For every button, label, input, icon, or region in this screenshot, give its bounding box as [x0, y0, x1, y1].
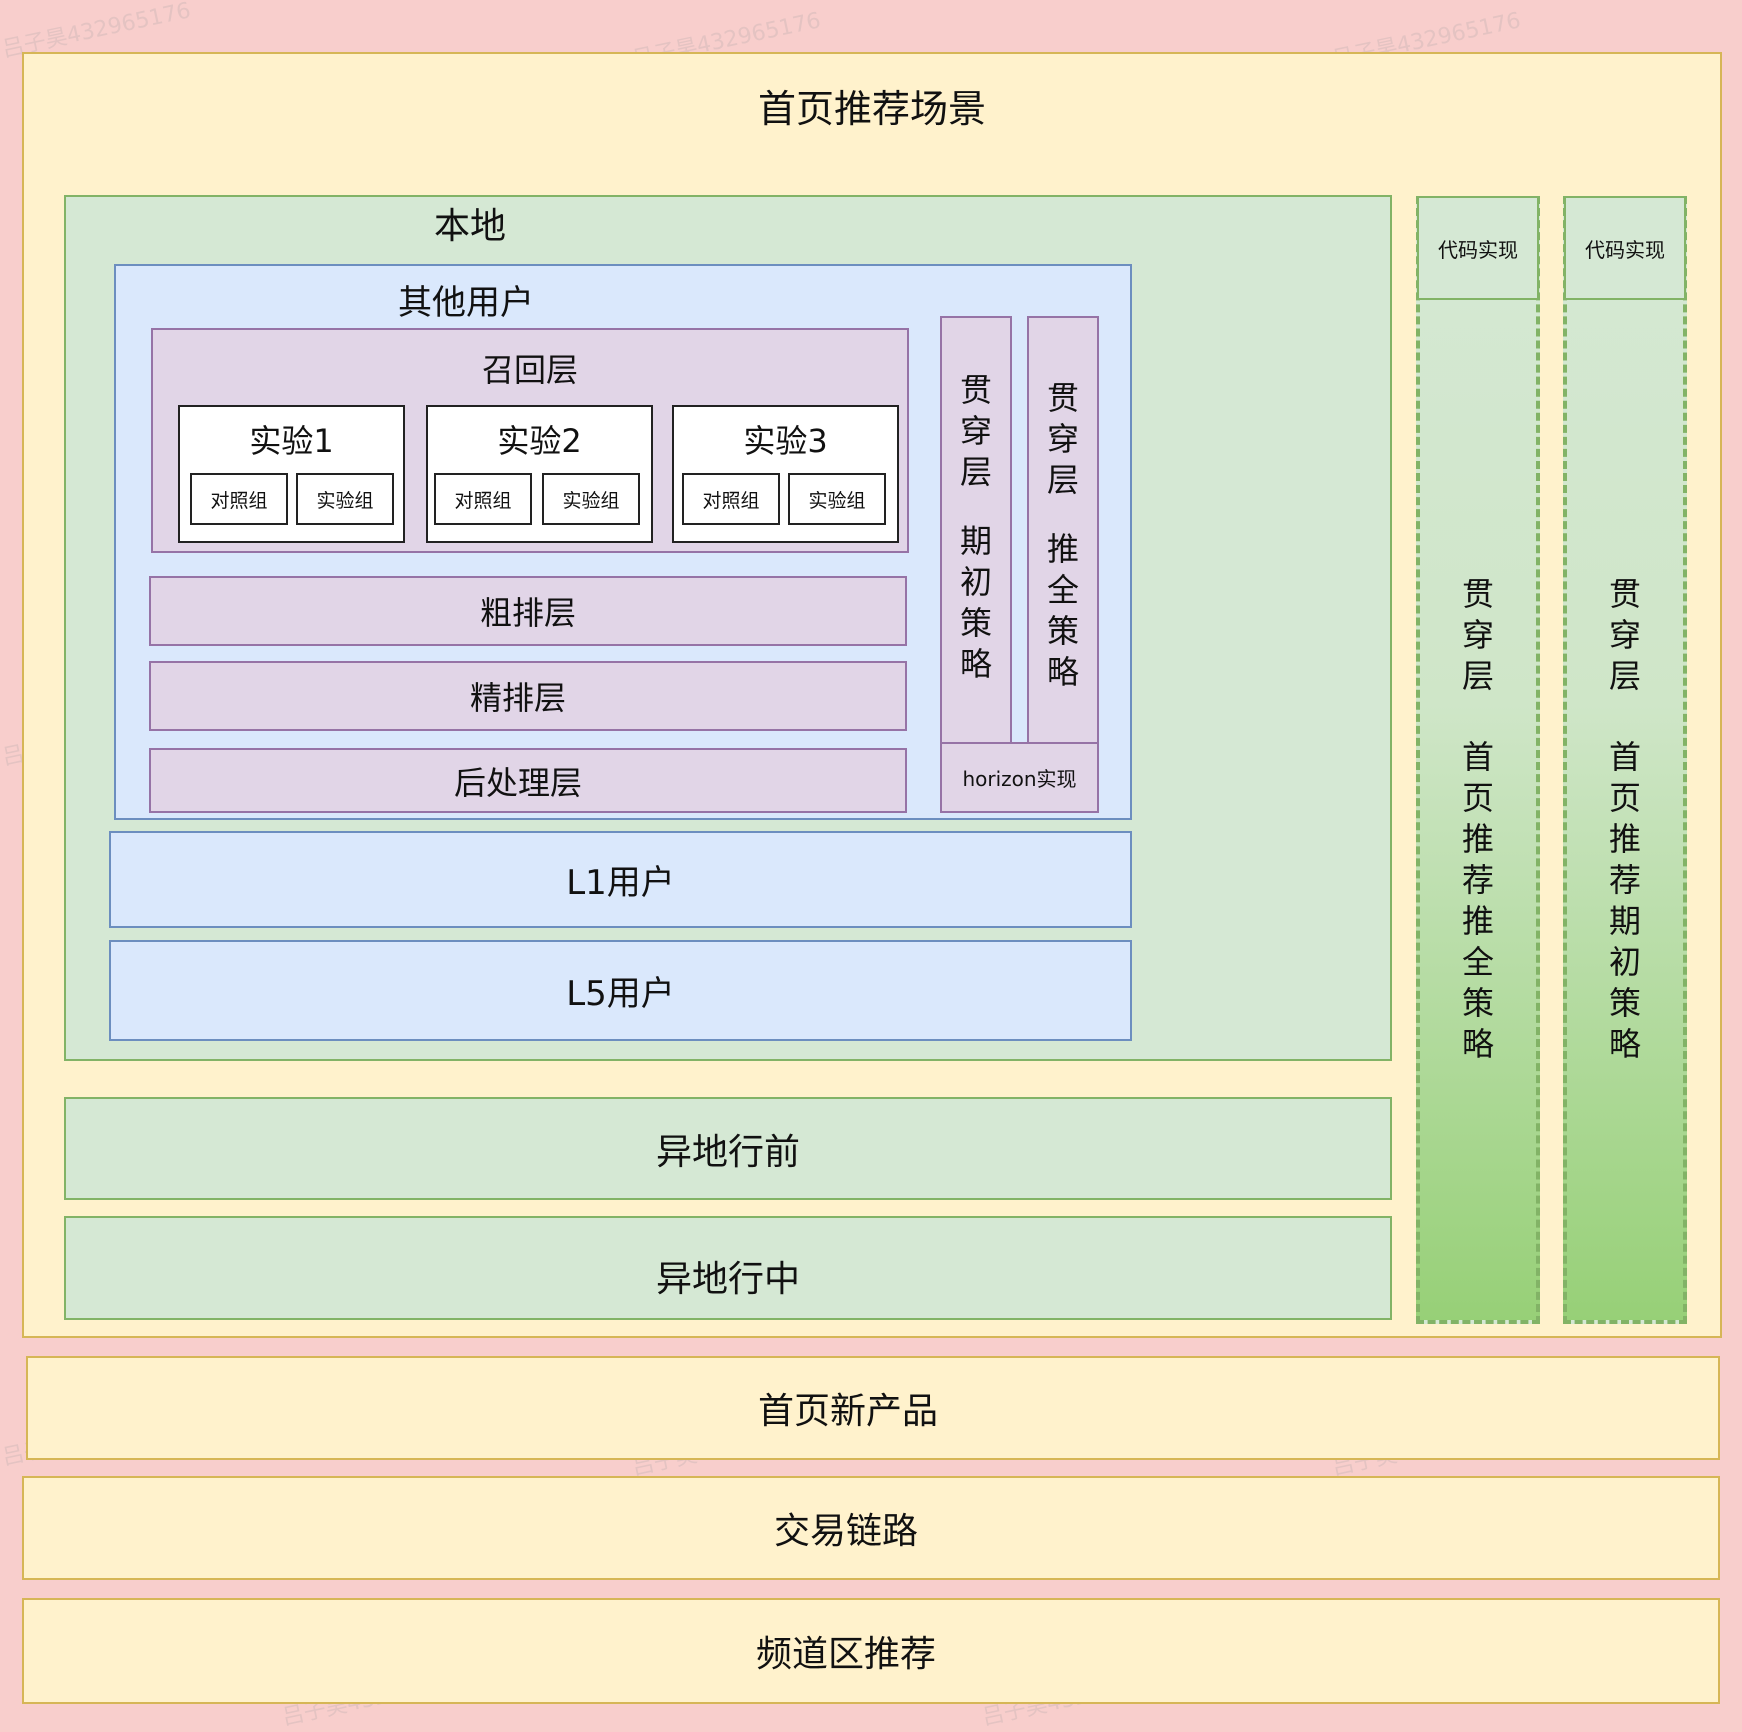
side-column-rollout-strategy: 贯 穿 层 首 页 推 荐 推 全 策 略 — [1416, 196, 1540, 1324]
post-process-layer: 后处理层 — [149, 748, 907, 813]
test-group: 实验组 — [296, 473, 394, 525]
control-group: 对照组 — [682, 473, 780, 525]
experiment-2: 实验2 对照组 实验组 — [426, 405, 653, 543]
horizon-implementation: horizon实现 — [940, 742, 1099, 813]
code-implementation-header: 代码实现 — [1417, 196, 1539, 300]
recall-title: 召回层 — [481, 351, 578, 389]
through-layer-rollout-strategy: 贯 穿 层 推 全 策 略 — [1027, 316, 1099, 744]
side-column-initial-strategy: 贯 穿 层 首 页 推 荐 期 初 策 略 — [1563, 196, 1687, 1324]
experiment-title: 实验2 — [497, 422, 582, 460]
experiment-1: 实验1 对照组 实验组 — [178, 405, 405, 543]
experiment-title: 实验3 — [743, 422, 828, 460]
coarse-rank-layer: 粗排层 — [149, 576, 907, 646]
remote-during-trip: 异地行中 — [64, 1216, 1392, 1320]
local-title: 本地 — [434, 206, 507, 247]
channel-recommendation: 频道区推荐 — [22, 1598, 1720, 1704]
fine-rank-layer: 精排层 — [149, 661, 907, 731]
through-layer-initial-strategy: 贯 穿 层 期 初 策 略 — [940, 316, 1012, 744]
code-implementation-header: 代码实现 — [1564, 196, 1686, 300]
l5-users: L5用户 — [109, 940, 1132, 1041]
scene-title: 首页推荐场景 — [757, 87, 986, 131]
test-group: 实验组 — [542, 473, 640, 525]
transaction-chain: 交易链路 — [22, 1476, 1720, 1580]
homepage-new-products: 首页新产品 — [26, 1356, 1720, 1460]
test-group: 实验组 — [788, 473, 886, 525]
l1-users: L1用户 — [109, 831, 1132, 928]
control-group: 对照组 — [434, 473, 532, 525]
experiment-title: 实验1 — [249, 422, 334, 460]
other-users-title: 其他用户 — [398, 283, 534, 323]
control-group: 对照组 — [190, 473, 288, 525]
experiment-3: 实验3 对照组 实验组 — [672, 405, 899, 543]
remote-before-trip: 异地行前 — [64, 1097, 1392, 1200]
